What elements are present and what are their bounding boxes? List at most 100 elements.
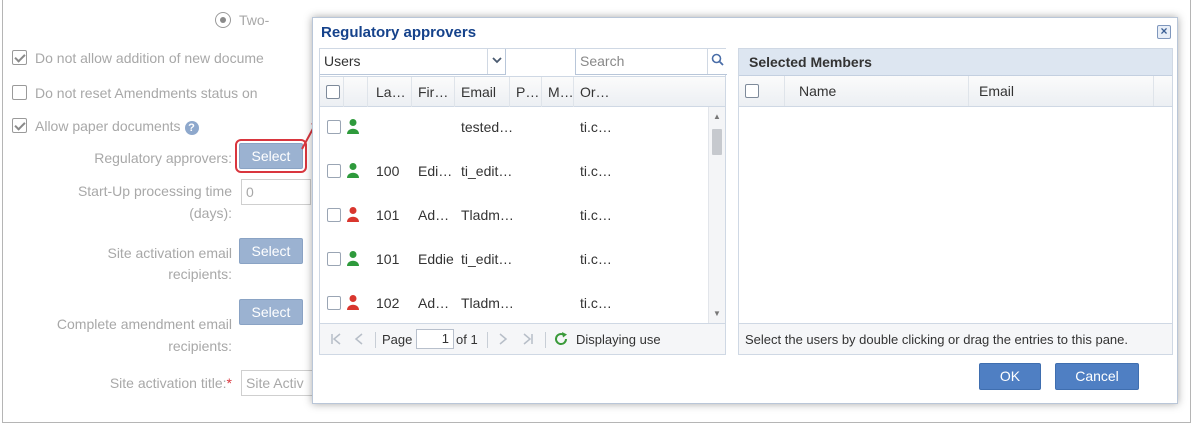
select-all-header[interactable] <box>320 77 344 107</box>
cell-organization: ti.c… <box>580 251 612 267</box>
grid-pager: Page 1 of 1 Displaying use <box>320 323 725 354</box>
column-header-name[interactable]: Name <box>785 76 969 106</box>
radio-selected-icon[interactable] <box>215 12 231 28</box>
radio-label: Two- <box>239 12 270 28</box>
selected-members-pane: Selected Members Name Email Select the u… <box>738 48 1173 355</box>
cell-email: tested… <box>461 119 513 135</box>
checkbox-label-1: Do not allow addition of new docume <box>35 50 264 66</box>
select-all-checkbox[interactable] <box>326 85 340 99</box>
user-type-select[interactable]: Users <box>320 49 506 75</box>
scroll-down-icon[interactable]: ▼ <box>713 309 721 318</box>
settings-panel: Two- Do not allow addition of new docume… <box>2 0 1191 423</box>
site-activation-title-input[interactable]: Site Activ <box>241 370 313 396</box>
active-user-icon <box>347 251 359 266</box>
search-input[interactable]: Search <box>575 49 727 75</box>
column-header-phone[interactable]: P… <box>510 77 542 107</box>
page-number-input[interactable]: 1 <box>416 329 454 349</box>
chevron-down-icon[interactable] <box>487 49 505 74</box>
checkbox-label-3: Allow paper documents <box>35 118 181 134</box>
active-user-icon <box>347 119 359 134</box>
table-row[interactable]: 102 Ad… Tladm… ti.c… <box>320 283 708 323</box>
last-page-icon[interactable] <box>522 333 534 345</box>
cell-first-name: Ad… <box>418 295 450 311</box>
startup-days-input[interactable]: 0 <box>241 179 311 205</box>
scroll-thumb[interactable] <box>712 129 722 155</box>
page-count: of 1 <box>456 332 478 347</box>
checkbox-label-2: Do not reset Amendments status on <box>35 85 258 101</box>
cell-first-name: Edi… <box>418 163 452 179</box>
site-activation-label-line2: recipients: <box>168 266 232 282</box>
startup-label-line2: (days): <box>189 205 232 221</box>
cell-email: ti_edit… <box>461 163 513 179</box>
row-checkbox[interactable] <box>327 296 341 310</box>
selected-all-header[interactable] <box>739 76 785 106</box>
first-page-icon[interactable] <box>330 333 342 345</box>
help-icon[interactable]: ? <box>184 121 199 135</box>
site-activation-title-label: Site activation title:* <box>109 375 232 391</box>
pager-separator <box>545 332 546 348</box>
column-header-mobile[interactable]: M… <box>542 77 574 107</box>
row-checkbox[interactable] <box>327 164 341 178</box>
user-type-value: Users <box>324 53 361 69</box>
complete-amendment-select-button[interactable]: Select <box>239 299 303 325</box>
table-row[interactable]: 100 Edi… ti_edit… ti.c… <box>320 151 708 191</box>
cell-organization: ti.c… <box>580 207 612 223</box>
search-icon[interactable] <box>707 49 727 74</box>
site-activation-label-line1: Site activation email <box>107 245 232 261</box>
ok-button[interactable]: OK <box>979 363 1041 390</box>
users-grid-header: La… Fir… Email P… M… Or… <box>320 76 725 107</box>
checkbox-no-reset-amendments[interactable] <box>12 85 27 100</box>
cell-last-name: 101 <box>376 251 400 267</box>
next-page-icon[interactable] <box>498 333 508 345</box>
selected-members-title: Selected Members <box>739 49 1172 76</box>
cell-email: Tladm… <box>461 207 513 223</box>
selected-grid-header: Name Email <box>739 76 1172 107</box>
complete-amendment-label-line1: Complete amendment email <box>56 316 232 332</box>
selected-all-checkbox[interactable] <box>745 84 759 98</box>
dialog-title: Regulatory approvers <box>321 24 477 41</box>
checkbox-row-3: Allow paper documents? <box>12 118 199 135</box>
scroll-up-icon[interactable]: ▲ <box>713 112 721 121</box>
cancel-button[interactable]: Cancel <box>1055 363 1139 390</box>
selection-hint: Select the users by double clicking or d… <box>739 323 1172 354</box>
inactive-user-icon <box>347 207 359 222</box>
cell-first-name: Ad… <box>418 207 450 223</box>
table-row[interactable]: 101 Eddie ti_edit… ti.c… <box>320 239 708 279</box>
displaying-status: Displaying use <box>576 332 661 347</box>
active-user-icon <box>347 163 359 178</box>
cell-last-name: 100 <box>376 163 400 179</box>
previous-page-icon[interactable] <box>354 333 364 345</box>
column-header-first-name[interactable]: Fir… <box>412 77 455 107</box>
table-row[interactable]: 101 Ad… Tladm… ti.c… <box>320 195 708 235</box>
cell-last-name: 102 <box>376 295 400 311</box>
row-checkbox[interactable] <box>327 252 341 266</box>
site-activation-select-button[interactable]: Select <box>239 238 303 264</box>
pager-separator <box>487 332 488 348</box>
checkbox-row-1: Do not allow addition of new docume <box>12 50 264 66</box>
column-header-organization[interactable]: Or… <box>574 77 624 107</box>
checkbox-allow-paper[interactable] <box>12 118 27 133</box>
cell-email: Tladm… <box>461 295 513 311</box>
cell-organization: ti.c… <box>580 295 612 311</box>
regulatory-select-button[interactable]: Select <box>235 139 307 173</box>
regulatory-approvers-dialog: Regulatory approvers × Users Search La… … <box>312 17 1178 404</box>
available-users-pane: Users Search La… Fir… Email P… M… Or… te… <box>319 48 727 355</box>
row-checkbox[interactable] <box>327 120 341 134</box>
table-row[interactable]: tested… ti.c… <box>320 107 708 147</box>
row-checkbox[interactable] <box>327 208 341 222</box>
complete-amendment-label-line2: recipients: <box>168 338 232 354</box>
close-icon[interactable]: × <box>1157 25 1171 39</box>
regulatory-approvers-label: Regulatory approvers: <box>94 150 232 166</box>
page-label: Page <box>382 332 413 347</box>
checkbox-row-2: Do not reset Amendments status on <box>12 85 258 101</box>
cell-organization: ti.c… <box>580 119 612 135</box>
status-column-header <box>344 77 368 107</box>
cell-email: ti_edit… <box>461 251 513 267</box>
two-step-radio-row: Two- <box>215 12 269 28</box>
grid-scrollbar[interactable]: ▲ ▼ <box>708 107 725 323</box>
column-header-last-name[interactable]: La… <box>368 77 412 107</box>
checkbox-no-new-documents[interactable] <box>12 50 27 65</box>
refresh-icon[interactable] <box>554 332 568 346</box>
column-header-email[interactable]: Email <box>455 77 510 107</box>
column-header-selected-email[interactable]: Email <box>969 76 1154 106</box>
